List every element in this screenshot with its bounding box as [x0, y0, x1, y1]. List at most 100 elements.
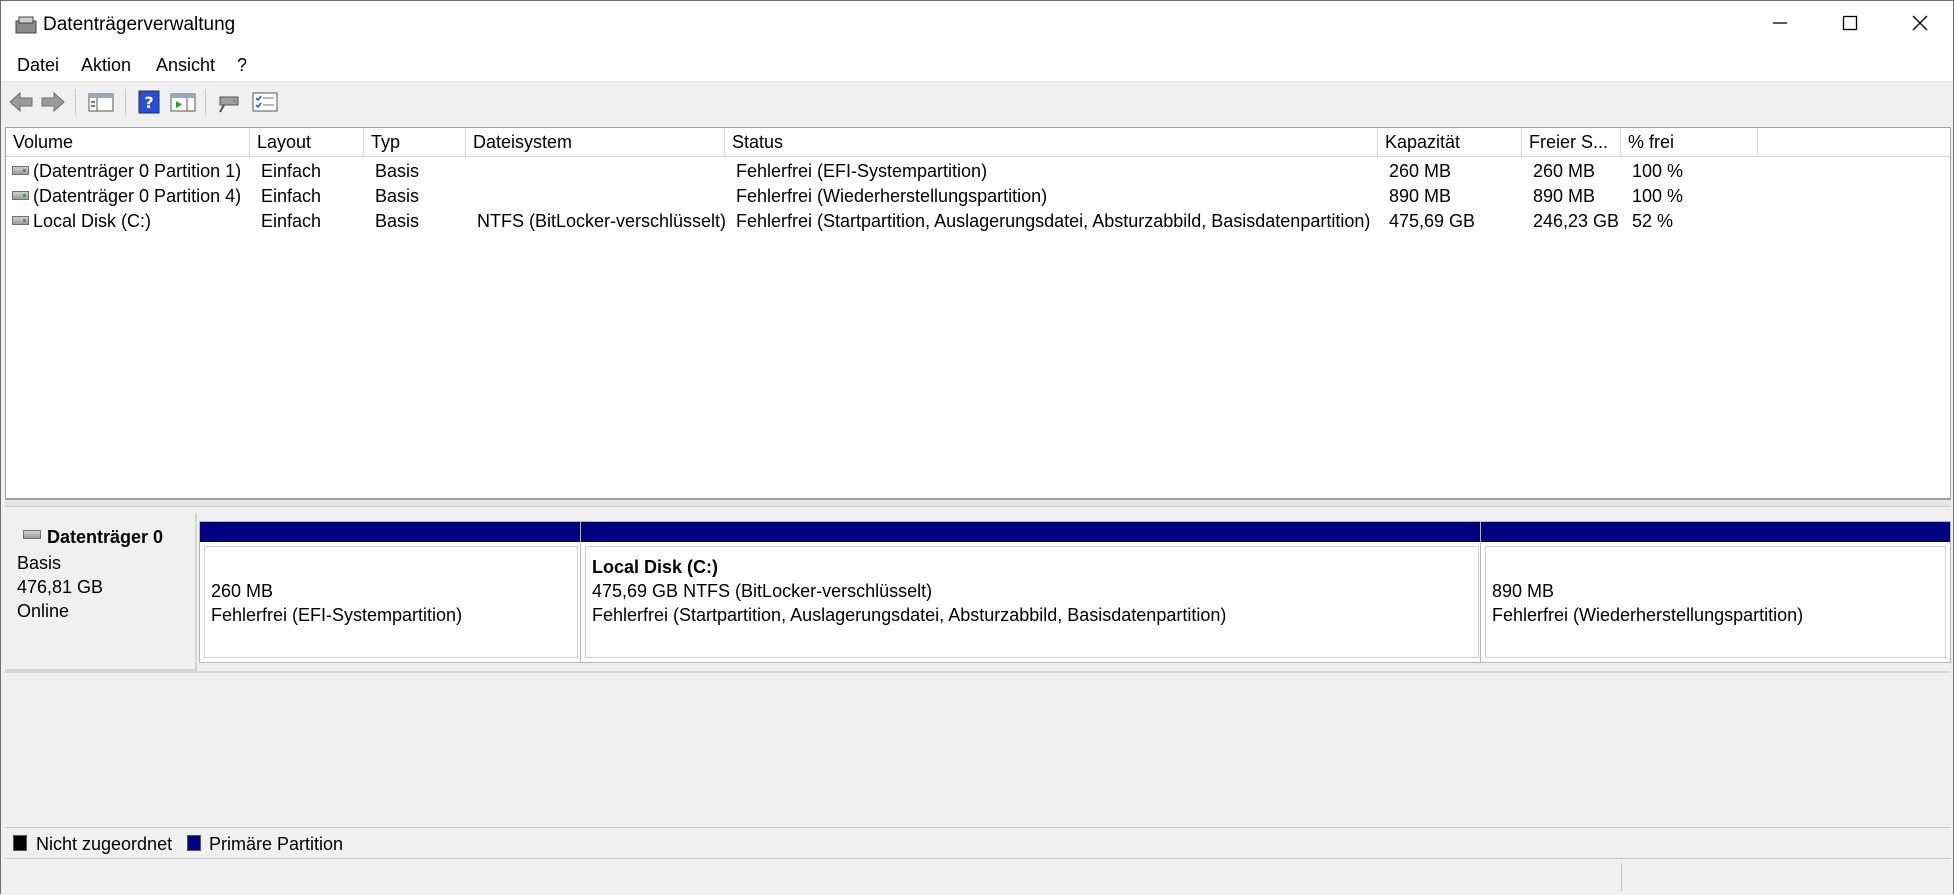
cell-kapazitaet: 890 MB: [1389, 186, 1452, 206]
primary-partition-bar: [581, 522, 1483, 542]
cell-layout: Einfach: [261, 186, 322, 206]
legend-swatch-primary: [187, 835, 201, 851]
connect-disk-icon[interactable]: [215, 88, 243, 116]
column-header-kapazitaet[interactable]: Kapazität: [1378, 128, 1522, 157]
cell-dateisystem: [470, 159, 725, 184]
column-header-layout[interactable]: Layout: [250, 128, 364, 157]
forward-arrow-icon[interactable]: [39, 88, 67, 116]
cell-kapazitaet: 260 MB: [1389, 161, 1452, 181]
partition-size: 890 MB: [1492, 581, 1555, 601]
partition-body: 260 MB Fehlerfrei (EFI-Systempartition): [204, 546, 578, 658]
disk-management-window: Datenträgerverwaltung Datei Aktion Ansic…: [0, 0, 1954, 895]
cell-volume: (Datenträger 0 Partition 4): [33, 186, 242, 206]
disk-name-row: Datenträger 0: [17, 527, 195, 551]
partition-name: Local Disk (C:): [592, 557, 719, 577]
menu-help[interactable]: ?: [237, 55, 247, 76]
table-row[interactable]: (Datenträger 0 Partition 4) Einfach Basi…: [6, 184, 1950, 209]
column-header-volume[interactable]: Volume: [6, 128, 250, 157]
partition-size: 260 MB: [211, 581, 274, 601]
table-row[interactable]: (Datenträger 0 Partition 1) Einfach Basi…: [6, 159, 1950, 184]
toolbar-separator: [75, 89, 76, 115]
toolbar-separator: [125, 89, 126, 115]
volume-icon: [12, 166, 29, 175]
cell-typ: Basis: [375, 211, 420, 231]
menu-ansicht[interactable]: Ansicht: [156, 55, 215, 76]
disk-name: Datenträger 0: [47, 527, 164, 547]
maximize-icon: [1841, 14, 1859, 37]
primary-partition-bar: [1481, 522, 1950, 542]
column-header-prozent-frei[interactable]: % frei: [1621, 128, 1758, 157]
partition-body: 890 MB Fehlerfrei (Wiederherstellungspar…: [1485, 546, 1946, 658]
cell-status: Fehlerfrei (Startpartition, Auslagerungs…: [736, 211, 1371, 231]
legend-label-primary: Primäre Partition: [209, 834, 344, 854]
maximize-button[interactable]: [1815, 1, 1885, 49]
toolbar-separator: [205, 89, 206, 115]
cell-dateisystem: [470, 184, 725, 209]
cell-kapazitaet: 475,69 GB: [1389, 211, 1476, 231]
cell-freier-speicher: 260 MB: [1533, 161, 1596, 181]
properties-icon[interactable]: [251, 88, 279, 116]
title-bar: Datenträgerverwaltung: [1, 1, 1953, 49]
volume-list: Volume Layout Typ Dateisystem Status Kap…: [5, 127, 1951, 499]
minimize-button[interactable]: [1745, 1, 1815, 49]
cell-volume: (Datenträger 0 Partition 1): [33, 161, 242, 181]
cell-dateisystem: NTFS (BitLocker-verschlüsselt): [477, 211, 725, 231]
back-arrow-icon[interactable]: [7, 88, 35, 116]
partition-recovery[interactable]: 890 MB Fehlerfrei (Wiederherstellungspar…: [1480, 521, 1951, 663]
minimize-icon: [1771, 14, 1789, 37]
partition-status: Fehlerfrei (Startpartition, Auslagerungs…: [592, 605, 1227, 625]
partition-efi[interactable]: 260 MB Fehlerfrei (EFI-Systempartition): [199, 521, 583, 663]
volume-icon: [12, 191, 29, 200]
svg-text:?: ?: [144, 93, 153, 112]
column-header-dateisystem[interactable]: Dateisystem: [466, 128, 725, 157]
console-tree-icon[interactable]: [87, 88, 115, 116]
disk-0-label[interactable]: Datenträger 0 Basis 476,81 GB Online: [5, 513, 197, 671]
cell-prozent-frei: 100 %: [1632, 186, 1684, 206]
menu-datei[interactable]: Datei: [17, 55, 59, 76]
close-icon: [1911, 14, 1929, 37]
cell-typ: Basis: [375, 161, 420, 181]
column-header-empty: [1758, 128, 1950, 157]
partition-name: [1492, 555, 1945, 579]
column-header-status[interactable]: Status: [725, 128, 1378, 157]
partition-body: Local Disk (C:) 475,69 GB NTFS (BitLocke…: [585, 546, 1479, 658]
status-bar: [1, 859, 1953, 895]
cell-prozent-frei: 52 %: [1632, 211, 1674, 231]
action-pane-icon[interactable]: [169, 88, 197, 116]
status-bar-divider: [1621, 863, 1622, 891]
menu-bar: Datei Aktion Ansicht ?: [1, 49, 1953, 82]
window-title: Datenträgerverwaltung: [43, 14, 236, 35]
primary-partition-bar: [200, 522, 582, 542]
disk-icon: [23, 530, 41, 539]
help-icon[interactable]: ?: [135, 88, 163, 116]
table-row[interactable]: Local Disk (C:) Einfach Basis NTFS (BitL…: [6, 209, 1950, 234]
disk-management-icon: [15, 15, 37, 35]
disk-row-divider: [5, 671, 1951, 673]
column-header-typ[interactable]: Typ: [364, 128, 466, 157]
cell-status: Fehlerfrei (EFI-Systempartition): [736, 161, 988, 181]
partition-name: [211, 555, 577, 579]
close-button[interactable]: [1885, 1, 1954, 49]
cell-freier-speicher: 246,23 GB: [1533, 211, 1620, 231]
cell-layout: Einfach: [261, 161, 322, 181]
partition-status: Fehlerfrei (EFI-Systempartition): [211, 605, 463, 625]
toolbar: ?: [1, 83, 1953, 121]
partition-status: Fehlerfrei (Wiederherstellungspartition): [1492, 605, 1804, 625]
cell-layout: Einfach: [261, 211, 322, 231]
cell-prozent-frei: 100 %: [1632, 161, 1684, 181]
cell-freier-speicher: 890 MB: [1533, 186, 1596, 206]
cell-volume: Local Disk (C:): [33, 211, 152, 231]
partition-size: 475,69 GB NTFS (BitLocker-verschlüsselt): [592, 581, 933, 601]
cell-typ: Basis: [375, 186, 420, 206]
legend-swatch-unallocated: [13, 835, 27, 851]
partition-local-disk-c[interactable]: Local Disk (C:) 475,69 GB NTFS (BitLocke…: [580, 521, 1484, 663]
pane-splitter[interactable]: [5, 499, 1951, 507]
volume-icon: [12, 216, 29, 225]
cell-status: Fehlerfrei (Wiederherstellungspartition): [736, 186, 1048, 206]
disk-type: Basis: [17, 553, 62, 573]
menu-aktion[interactable]: Aktion: [81, 55, 131, 76]
column-header-freier-speicher[interactable]: Freier S...: [1522, 128, 1621, 157]
disk-map: Datenträger 0 Basis 476,81 GB Online 260…: [5, 509, 1951, 827]
disk-state: Online: [17, 601, 70, 621]
legend-label-unallocated: Nicht zugeordnet: [36, 834, 173, 854]
